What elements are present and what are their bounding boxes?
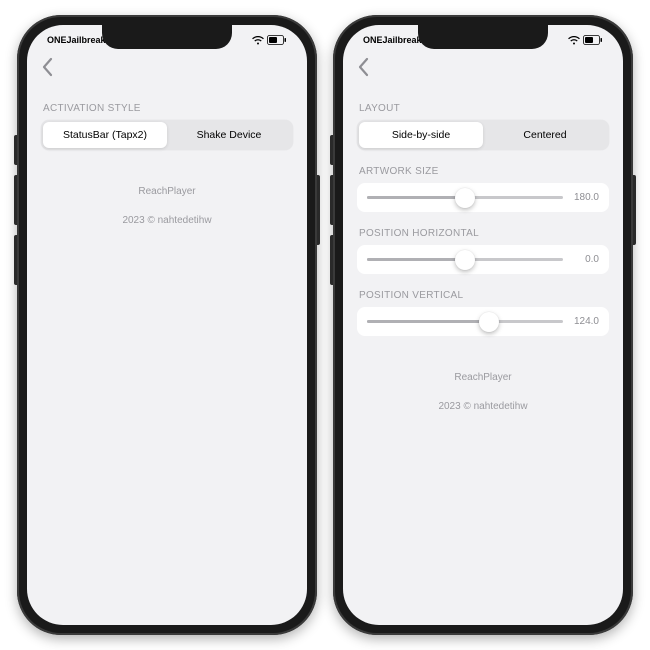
wifi-icon [568, 36, 580, 45]
screen-right: ONEJailbreak LAYOUT Side-by-side Centere… [343, 25, 623, 625]
slider-track[interactable] [367, 258, 563, 261]
segment-statusbar-tap[interactable]: StatusBar (Tapx2) [43, 122, 167, 148]
nav-bar [343, 51, 623, 87]
segment-side-by-side[interactable]: Side-by-side [359, 122, 483, 148]
slider-track[interactable] [367, 320, 563, 323]
segmented-activation[interactable]: StatusBar (Tapx2) Shake Device [41, 120, 293, 150]
phone-mockup-left: ONEJailbreak ACTIVATION STYLE StatusBar … [17, 15, 317, 635]
back-button[interactable] [357, 57, 369, 77]
section-label-position-horizontal: POSITION HORIZONTAL [359, 228, 607, 239]
screen-left: ONEJailbreak ACTIVATION STYLE StatusBar … [27, 25, 307, 625]
section-label-activation: ACTIVATION STYLE [43, 103, 291, 114]
slider-position-horizontal[interactable]: 0.0 [357, 245, 609, 274]
footer-app-name: ReachPlayer [41, 186, 293, 197]
slider-thumb[interactable] [455, 250, 475, 270]
footer: ReachPlayer 2023 © nahtedetihw [357, 372, 609, 412]
slider-thumb[interactable] [479, 312, 499, 332]
segmented-layout[interactable]: Side-by-side Centered [357, 120, 609, 150]
footer: ReachPlayer 2023 © nahtedetihw [41, 186, 293, 226]
slider-value-pos-h: 0.0 [569, 254, 599, 265]
section-label-layout: LAYOUT [359, 103, 607, 114]
slider-track[interactable] [367, 196, 563, 199]
carrier-text: ONEJailbreak [363, 35, 422, 45]
section-label-position-vertical: POSITION VERTICAL [359, 290, 607, 301]
phone-mockup-right: ONEJailbreak LAYOUT Side-by-side Centere… [333, 15, 633, 635]
segment-centered[interactable]: Centered [483, 122, 607, 148]
notch [418, 25, 548, 49]
footer-app-name: ReachPlayer [357, 372, 609, 383]
section-label-artwork-size: ARTWORK SIZE [359, 166, 607, 177]
battery-icon [583, 35, 603, 45]
footer-copyright: 2023 © nahtedetihw [41, 215, 293, 226]
segment-shake-device[interactable]: Shake Device [167, 122, 291, 148]
back-button[interactable] [41, 57, 53, 77]
nav-bar [27, 51, 307, 87]
slider-value-pos-v: 124.0 [569, 316, 599, 327]
slider-artwork-size[interactable]: 180.0 [357, 183, 609, 212]
slider-position-vertical[interactable]: 124.0 [357, 307, 609, 336]
notch [102, 25, 232, 49]
carrier-text: ONEJailbreak [47, 35, 106, 45]
slider-thumb[interactable] [455, 188, 475, 208]
battery-icon [267, 35, 287, 45]
wifi-icon [252, 36, 264, 45]
footer-copyright: 2023 © nahtedetihw [357, 401, 609, 412]
slider-value-artwork: 180.0 [569, 192, 599, 203]
